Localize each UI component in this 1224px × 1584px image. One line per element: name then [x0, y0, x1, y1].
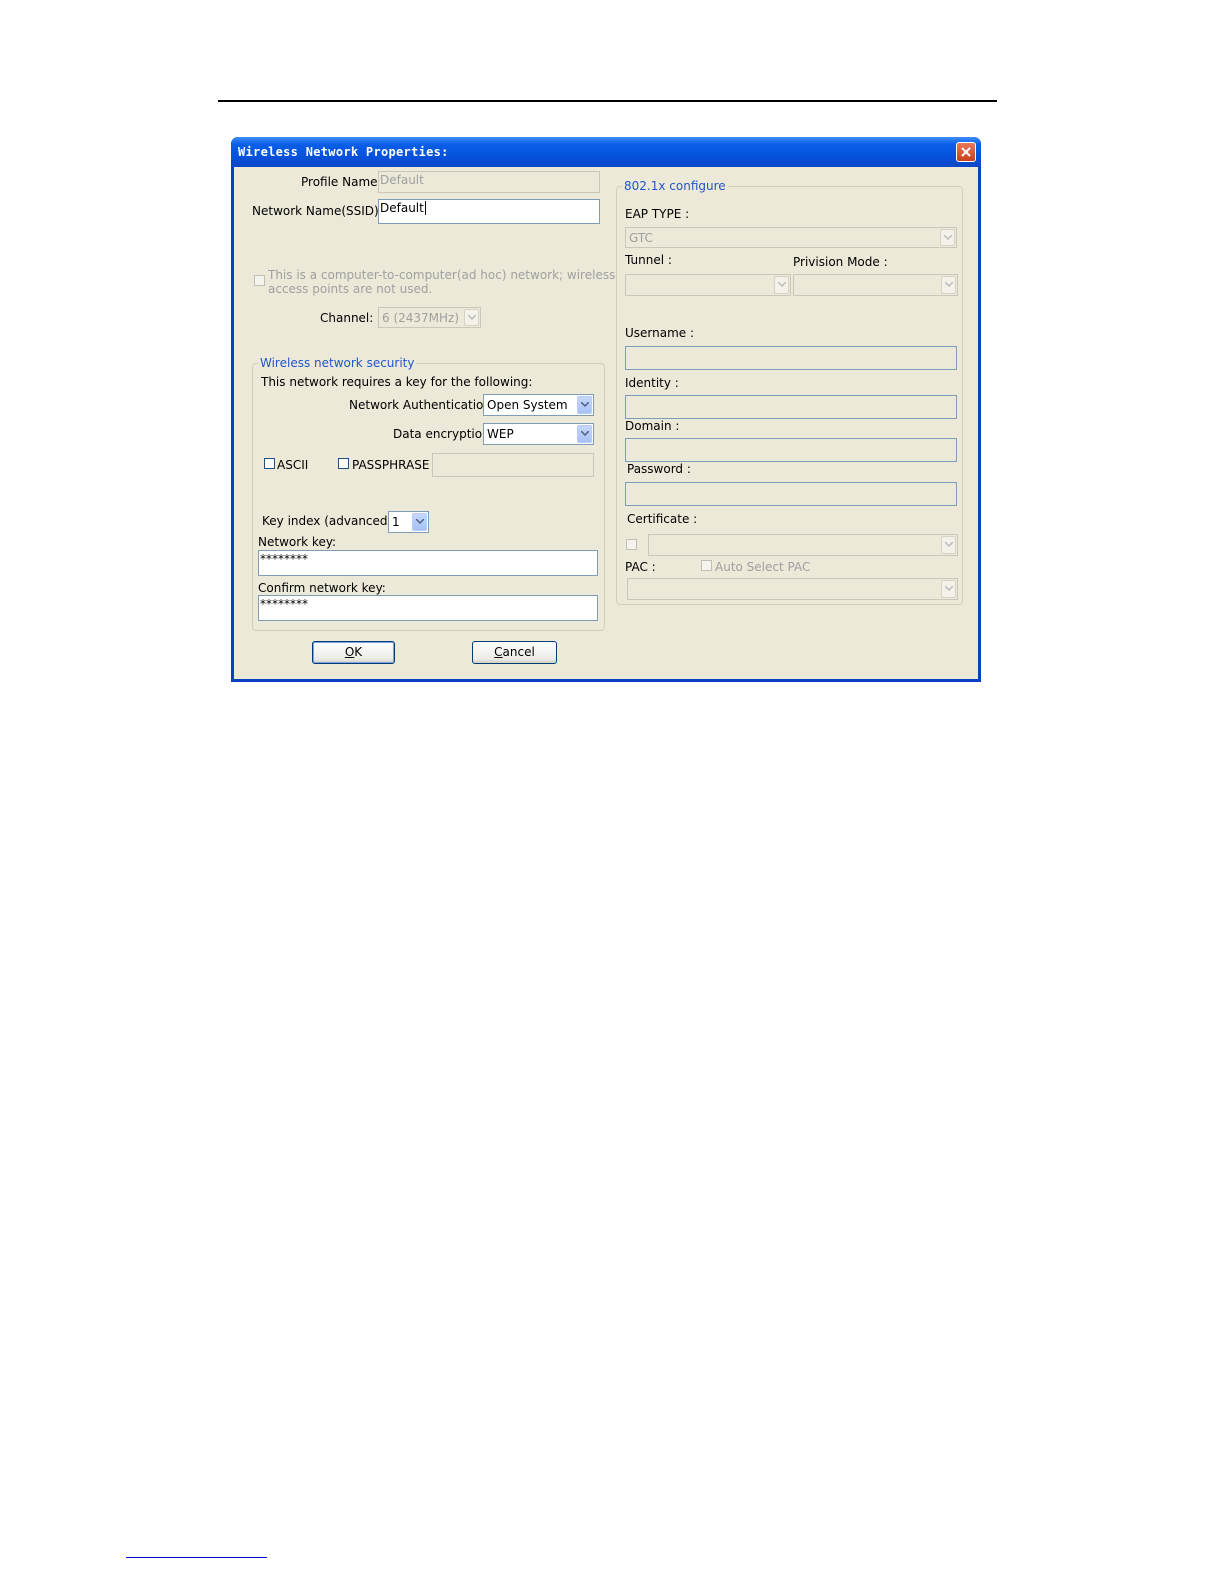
confirm-key-input[interactable]: ******** — [258, 595, 598, 621]
certificate-checkbox[interactable] — [626, 539, 637, 550]
key-index-label: Key index (advanced): — [262, 514, 397, 528]
dialog-client-area: Profile Name: Default Network Name(SSID)… — [234, 167, 978, 679]
data-encryption-select[interactable]: WEP — [483, 423, 594, 445]
pac-select — [627, 578, 958, 600]
identity-label: Identity : — [625, 376, 679, 390]
ssid-input[interactable]: Default — [378, 199, 600, 224]
provision-mode-label: Privision Mode : — [793, 255, 888, 269]
close-icon — [961, 147, 971, 157]
ok-button[interactable]: OK — [312, 641, 395, 664]
domain-label: Domain : — [625, 419, 680, 433]
dot1x-legend: 802.1x configure — [622, 179, 728, 193]
network-auth-label: Network Authentication: — [349, 398, 496, 412]
wireless-network-properties-dialog: Wireless Network Properties: Profile Nam… — [231, 137, 981, 682]
password-label: Password : — [627, 462, 691, 476]
eap-type-value: GTC — [629, 231, 653, 245]
auto-select-pac-checkbox[interactable] — [701, 560, 712, 571]
requires-key-label: This network requires a key for the foll… — [261, 375, 533, 389]
key-index-value: 1 — [392, 515, 400, 529]
ascii-checkbox[interactable] — [264, 458, 275, 469]
eap-type-select: GTC — [625, 227, 957, 248]
passphrase-input[interactable] — [432, 453, 594, 477]
adhoc-label-line2: access points are not used. — [268, 282, 433, 296]
data-encryption-label: Data encryption: — [393, 427, 494, 441]
ssid-label: Network Name(SSID): — [252, 204, 383, 218]
adhoc-checkbox[interactable] — [254, 275, 265, 286]
identity-input[interactable] — [625, 395, 957, 419]
chevron-down-icon — [940, 229, 955, 246]
ok-mnemonic: O — [344, 645, 355, 659]
profile-name-field: Default — [378, 171, 600, 193]
tunnel-select — [625, 274, 791, 296]
provision-mode-select — [793, 274, 958, 296]
footnote-rule — [126, 1557, 267, 1558]
title-bar[interactable]: Wireless Network Properties: — [231, 137, 981, 167]
certificate-select — [648, 534, 958, 556]
ok-label-rest: K — [354, 645, 363, 659]
confirm-key-label: Confirm network key: — [258, 581, 386, 595]
cancel-label-rest: ancel — [502, 645, 535, 659]
data-encryption-value: WEP — [487, 427, 514, 441]
tunnel-label: Tunnel : — [625, 253, 672, 267]
ssid-value: Default — [380, 201, 424, 215]
network-auth-value: Open System — [487, 398, 568, 412]
channel-label: Channel: — [320, 311, 374, 325]
ascii-label: ASCII — [277, 458, 309, 472]
chevron-down-icon — [941, 276, 956, 294]
certificate-label: Certificate : — [627, 512, 698, 526]
page-header-rule — [218, 100, 997, 102]
pac-label: PAC : — [625, 560, 656, 574]
domain-input[interactable] — [625, 438, 957, 462]
network-key-label: Network key: — [258, 535, 337, 549]
chevron-down-icon — [941, 536, 956, 554]
key-index-select[interactable]: 1 — [388, 511, 429, 533]
channel-value: 6 (2437MHz) — [382, 311, 460, 325]
chevron-down-icon — [577, 396, 592, 414]
chevron-down-icon — [941, 580, 956, 598]
chevron-down-icon — [464, 309, 479, 326]
network-auth-select[interactable]: Open System — [483, 394, 594, 416]
chevron-down-icon — [774, 276, 789, 294]
adhoc-label-line1: This is a computer-to-computer(ad hoc) n… — [268, 268, 616, 282]
close-button[interactable] — [956, 142, 976, 162]
eap-type-label: EAP TYPE : — [625, 207, 690, 221]
passphrase-checkbox[interactable] — [338, 458, 349, 469]
username-label: Username : — [625, 326, 695, 340]
cancel-mnemonic: C — [494, 645, 503, 659]
wireless-security-legend: Wireless network security — [258, 356, 417, 370]
passphrase-label: PASSPHRASE — [352, 458, 430, 472]
chevron-down-icon — [577, 425, 592, 443]
channel-select: 6 (2437MHz) — [378, 307, 481, 328]
password-input[interactable] — [625, 482, 957, 506]
username-input[interactable] — [625, 346, 957, 370]
dialog-title: Wireless Network Properties: — [238, 145, 449, 159]
chevron-down-icon — [412, 513, 427, 531]
network-key-input[interactable]: ******** — [258, 550, 598, 576]
profile-name-label: Profile Name: — [301, 175, 382, 189]
cancel-button[interactable]: Cancel — [472, 641, 557, 664]
auto-select-pac-label: Auto Select PAC — [715, 560, 811, 574]
